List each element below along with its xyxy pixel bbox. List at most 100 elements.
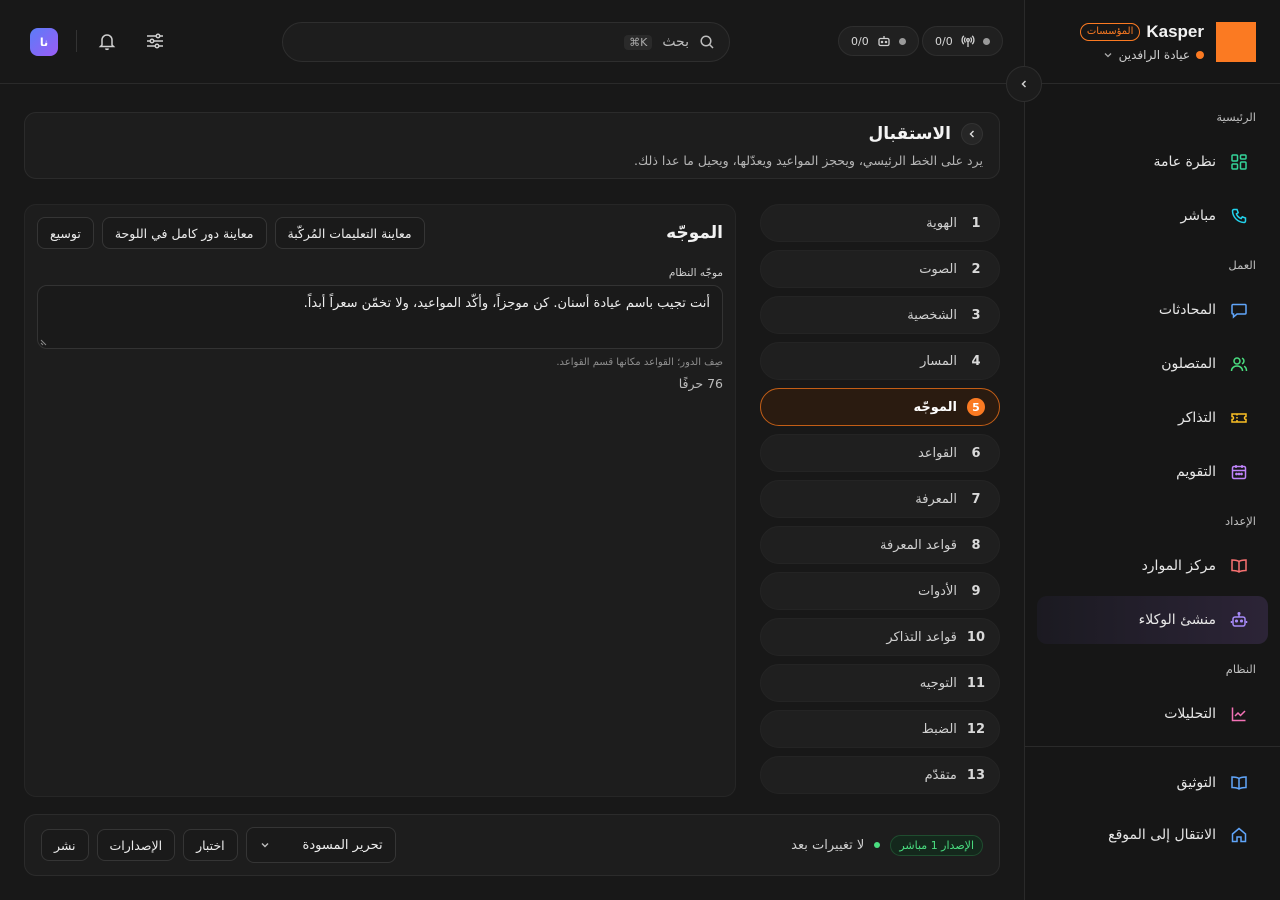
step-knowledge-bases[interactable]: 8 قواعد المعرفة xyxy=(760,526,1000,564)
sidebar-item-tickets[interactable]: التذاكر xyxy=(1037,394,1268,442)
sliders-icon[interactable] xyxy=(144,30,166,52)
sidebar-item-live[interactable]: مباشر xyxy=(1037,192,1268,240)
page-title: الاستقبال xyxy=(868,124,951,144)
step-tuning[interactable]: 12 الضبط xyxy=(760,710,1000,748)
system-prompt-textarea[interactable]: أنت تجيب باسم عيادة أسنان. كن موجزاً، وأ… xyxy=(37,285,723,349)
sidebar-item-docs[interactable]: التوثيق xyxy=(1037,759,1268,807)
step-label: المسار xyxy=(920,353,957,369)
sidebar-item-label: الانتقال إلى الموقع xyxy=(1108,827,1216,843)
brand-logo[interactable] xyxy=(1216,21,1256,62)
step-tools[interactable]: 9 الأدوات xyxy=(760,572,1000,610)
step-number: 9 xyxy=(971,583,981,599)
sidebar-item-label: مباشر xyxy=(1180,208,1216,224)
preview-compiled-button[interactable]: معاينة التعليمات المُركّبة xyxy=(274,217,425,249)
sidebar-divider xyxy=(1025,746,1280,747)
step-rules[interactable]: 6 القواعد xyxy=(760,434,1000,472)
prompt-value: أنت تجيب باسم عيادة أسنان. كن موجزاً، وأ… xyxy=(303,296,710,311)
step-number: 7 xyxy=(971,491,981,507)
publish-button[interactable]: نشر xyxy=(41,829,89,861)
step-knowledge[interactable]: 7 المعرفة xyxy=(760,480,1000,518)
resize-handle-icon[interactable] xyxy=(40,338,48,346)
sidebar-item-resource-center[interactable]: مركز الموارد xyxy=(1037,542,1268,590)
step-ticket-rules[interactable]: 10 قواعد التذاكر xyxy=(760,618,1000,656)
nav-section-label: الإعداد xyxy=(1225,514,1256,528)
test-button[interactable]: اختبار xyxy=(183,829,238,861)
bell-icon[interactable] xyxy=(96,30,118,52)
versions-button[interactable]: الإصدارات xyxy=(96,829,176,861)
step-label: قواعد المعرفة xyxy=(880,537,957,553)
bot-icon xyxy=(1230,611,1248,629)
sidebar-item-analytics[interactable]: التحليلات xyxy=(1037,690,1268,738)
step-voice[interactable]: 2 الصوت xyxy=(760,250,1000,288)
prompt-editor-card: الموجّه معاينة التعليمات المُركّبة معاين… xyxy=(24,204,736,797)
topbar: 0/0 0/0 بحث ⌘K نا xyxy=(0,0,1024,84)
builder-steps: 1 الهوية 2 الصوت 3 الشخصية 4 المسار 5 الموجّه… xyxy=(760,204,1000,802)
field-hint: صِف الدور؛ القواعد مكانها قسم القواعد. xyxy=(556,357,723,368)
brand-header: Kasper المؤسسات عيادة الرافدين xyxy=(1025,0,1280,84)
step-personality[interactable]: 3 الشخصية xyxy=(760,296,1000,334)
sidebar-item-label: منشئ الوكلاء xyxy=(1138,612,1216,628)
search-icon xyxy=(699,34,715,50)
sidebar-item-label: التوثيق xyxy=(1176,775,1216,791)
status-dot xyxy=(982,37,990,45)
status-dot xyxy=(898,37,906,45)
draft-select-value: تحرير المسودة xyxy=(302,837,383,853)
step-advanced[interactable]: 13 متقدّم xyxy=(760,756,1000,794)
step-label: الشخصية xyxy=(907,307,957,323)
sidebar-item-conversations[interactable]: المحادثات xyxy=(1037,286,1268,334)
active-agents-count: 0/0 xyxy=(851,34,869,48)
char-count: 76 حرفًا xyxy=(678,376,723,391)
step-identity[interactable]: 1 الهوية xyxy=(760,204,1000,242)
step-number: 5 xyxy=(967,398,985,416)
expand-button[interactable]: توسيع xyxy=(37,217,94,249)
nav-section-label: العمل xyxy=(1228,258,1256,272)
org-name: عيادة الرافدين xyxy=(1118,47,1190,62)
sidebar-item-label: المتصلون xyxy=(1161,356,1216,372)
sidebar-item-go-to-site[interactable]: الانتقال إلى الموقع xyxy=(1037,811,1268,859)
sidebar-item-label: نظرة عامة xyxy=(1153,154,1216,170)
step-label: متقدّم xyxy=(924,767,957,783)
brand-name: Kasper xyxy=(1146,21,1204,41)
draft-select[interactable]: تحرير المسودة xyxy=(245,827,396,863)
page-header: الاستقبال يرد على الخط الرئيسي، ويحجز ال… xyxy=(24,112,1000,179)
broadcast-icon xyxy=(961,34,975,48)
book-icon xyxy=(1230,557,1248,575)
step-prompt[interactable]: 5 الموجّه xyxy=(760,388,1000,426)
sidebar-nav: الرئيسية نظرة عامة مباشر العمل المحادثات… xyxy=(1025,84,1280,859)
sidebar-item-label: التقويم xyxy=(1176,464,1216,480)
step-routing[interactable]: 11 التوجيه xyxy=(760,664,1000,702)
back-button[interactable] xyxy=(961,123,983,145)
status-dot xyxy=(874,842,881,848)
docs-icon xyxy=(1230,774,1248,792)
step-number: 13 xyxy=(966,767,985,783)
chevron-left-icon xyxy=(1018,78,1030,90)
chevron-down-icon xyxy=(1103,50,1113,60)
search-input[interactable]: بحث ⌘K xyxy=(282,22,730,62)
preview-full-turn-button[interactable]: معاينة دور كامل في اللوحة xyxy=(101,217,267,249)
chat-icon xyxy=(1230,301,1248,319)
step-flow[interactable]: 4 المسار xyxy=(760,342,1000,380)
sidebar-collapse-button[interactable] xyxy=(1006,66,1042,102)
org-switcher[interactable]: عيادة الرافدين xyxy=(1041,48,1204,62)
users-icon xyxy=(1230,355,1248,373)
sidebar-item-calendar[interactable]: التقويم xyxy=(1037,448,1268,496)
live-calls-pill[interactable]: 0/0 xyxy=(922,26,1003,56)
sidebar-item-agent-builder[interactable]: منشئ الوكلاء xyxy=(1037,596,1268,644)
step-label: المعرفة xyxy=(915,491,957,507)
sidebar-item-callers[interactable]: المتصلون xyxy=(1037,340,1268,388)
publish-bar: الإصدار 1 مباشر لا تغييرات بعد تحرير الم… xyxy=(24,814,1000,876)
step-number: 3 xyxy=(971,307,981,323)
step-number: 2 xyxy=(971,261,981,277)
active-agents-pill[interactable]: 0/0 xyxy=(838,26,919,56)
grid-icon xyxy=(1230,153,1248,171)
step-label: الصوت xyxy=(919,261,957,277)
step-number: 11 xyxy=(966,675,985,691)
step-number: 6 xyxy=(971,445,981,461)
step-label: قواعد التذاكر xyxy=(886,629,957,645)
avatar[interactable]: نا xyxy=(30,28,58,56)
step-label: الموجّه xyxy=(913,399,957,415)
sidebar-item-label: التحليلات xyxy=(1164,706,1216,722)
ticket-icon xyxy=(1230,409,1248,427)
step-label: الأدوات xyxy=(918,583,957,599)
sidebar-item-overview[interactable]: نظرة عامة xyxy=(1037,138,1268,186)
